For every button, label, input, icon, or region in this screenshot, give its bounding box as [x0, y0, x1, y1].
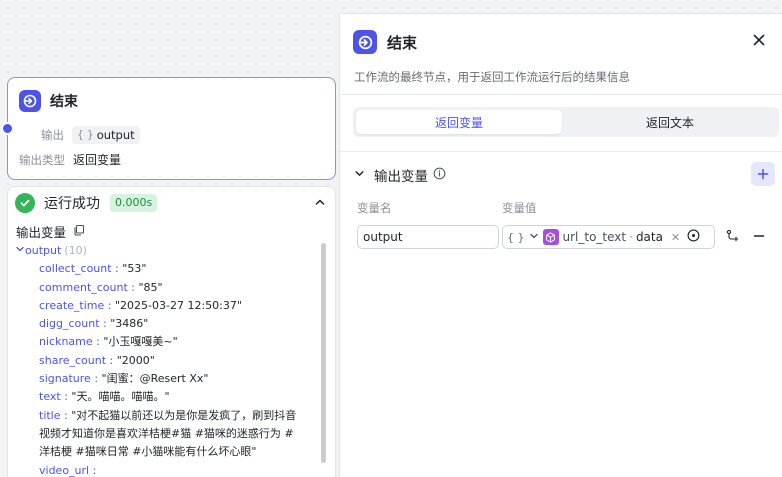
object-type-icon: { }: [77, 129, 94, 141]
info-icon[interactable]: [433, 167, 446, 184]
tab-return-text[interactable]: 返回文本: [567, 110, 773, 134]
node-output-type-row: 输出类型 返回变量: [19, 151, 121, 168]
json-scrollbar[interactable]: [321, 243, 326, 463]
chevron-down-icon[interactable]: [529, 230, 539, 244]
chevron-down-icon[interactable]: [354, 167, 365, 183]
json-root-key: output: [25, 244, 62, 257]
end-node-config-panel: 结束 工作流的最终节点，用于返回工作流运行后的结果信息 返回变量 返回文本 输出…: [339, 13, 782, 477]
success-check-icon: [15, 193, 35, 213]
reference-source: url_to_text: [562, 230, 627, 244]
run-result-header: 运行成功 0.000s: [15, 193, 158, 213]
column-header-name: 变量名: [357, 201, 392, 215]
chevron-up-icon[interactable]: [314, 196, 326, 211]
branch-icon[interactable]: [726, 229, 740, 246]
copy-icon[interactable]: [73, 224, 85, 239]
run-status: 运行成功: [44, 196, 100, 212]
reference-separator: ·: [629, 230, 633, 244]
reference-field: data: [635, 230, 663, 244]
add-variable-button[interactable]: [751, 162, 775, 186]
plus-icon: [757, 168, 769, 180]
json-item: text : "天。喵喵。喵喵。": [39, 390, 170, 404]
end-node-card[interactable]: 结束 输出 { } output 输出类型 返回变量: [1, 77, 336, 180]
variable-name-input[interactable]: output: [357, 225, 499, 249]
output-variable-heading: 输出变量: [16, 222, 85, 241]
remove-variable-icon[interactable]: [753, 229, 765, 246]
variable-value-selector[interactable]: { } url_to_text · data ✕: [502, 225, 715, 249]
output-type-label: 输出类型: [19, 152, 65, 167]
json-item: title : "对不起猫以前还以为是你是发疯了，刷到抖音视频才知道你是喜欢洋桔…: [39, 408, 297, 459]
node-title: 结束: [50, 94, 78, 110]
close-icon[interactable]: [752, 33, 766, 50]
divider: [340, 94, 782, 95]
node-header: 结束: [19, 90, 78, 112]
end-node-icon: [353, 30, 377, 54]
output-variables-section-header[interactable]: 输出变量: [354, 165, 446, 185]
panel-header: 结束: [353, 30, 417, 54]
json-item: comment_count : "85": [39, 280, 163, 294]
output-label: 输出: [41, 128, 64, 142]
json-item: collect_count : "53": [39, 262, 147, 276]
end-node-icon: [19, 90, 41, 112]
json-item: signature : "闺蜜：@Resert Xx": [39, 372, 209, 386]
node-output-row: 输出 { } output: [41, 126, 140, 144]
run-time-badge: 0.000s: [110, 194, 158, 212]
node-input-port[interactable]: [1, 122, 14, 135]
section-title: 输出变量: [374, 169, 428, 185]
json-item: digg_count : "3486": [39, 317, 149, 331]
json-item: share_count : "2000": [39, 353, 155, 367]
return-mode-tabs: 返回变量 返回文本: [353, 107, 779, 137]
json-root-row[interactable]: output (10): [15, 242, 328, 260]
plugin-cube-icon: [542, 229, 559, 245]
tab-return-variable[interactable]: 返回变量: [356, 110, 562, 134]
json-viewer: output (10) collect_count : "53" comment…: [15, 242, 328, 477]
target-select-icon[interactable]: [687, 229, 700, 245]
output-type-value: 返回变量: [73, 153, 122, 167]
run-result-panel: 运行成功 0.000s 输出变量 output (10) collect_cou…: [7, 186, 336, 477]
json-item: nickname : "小玉嘎嘎美~": [39, 335, 178, 349]
type-select[interactable]: { }: [507, 231, 525, 244]
divider: [340, 151, 782, 152]
json-item: create_time : "2025-03-27 12:50:37": [39, 298, 242, 312]
column-header-value: 变量值: [502, 201, 537, 215]
chevron-down-icon[interactable]: [15, 242, 25, 260]
json-item: video_url :: [39, 463, 97, 477]
reference-chip[interactable]: url_to_text · data: [542, 228, 663, 246]
output-tag: { } output: [72, 126, 140, 144]
clear-icon[interactable]: ✕: [671, 231, 680, 244]
panel-title: 结束: [387, 33, 418, 52]
panel-description: 工作流的最终节点，用于返回工作流运行后的结果信息: [354, 70, 630, 84]
json-root-count: (10): [64, 244, 87, 257]
